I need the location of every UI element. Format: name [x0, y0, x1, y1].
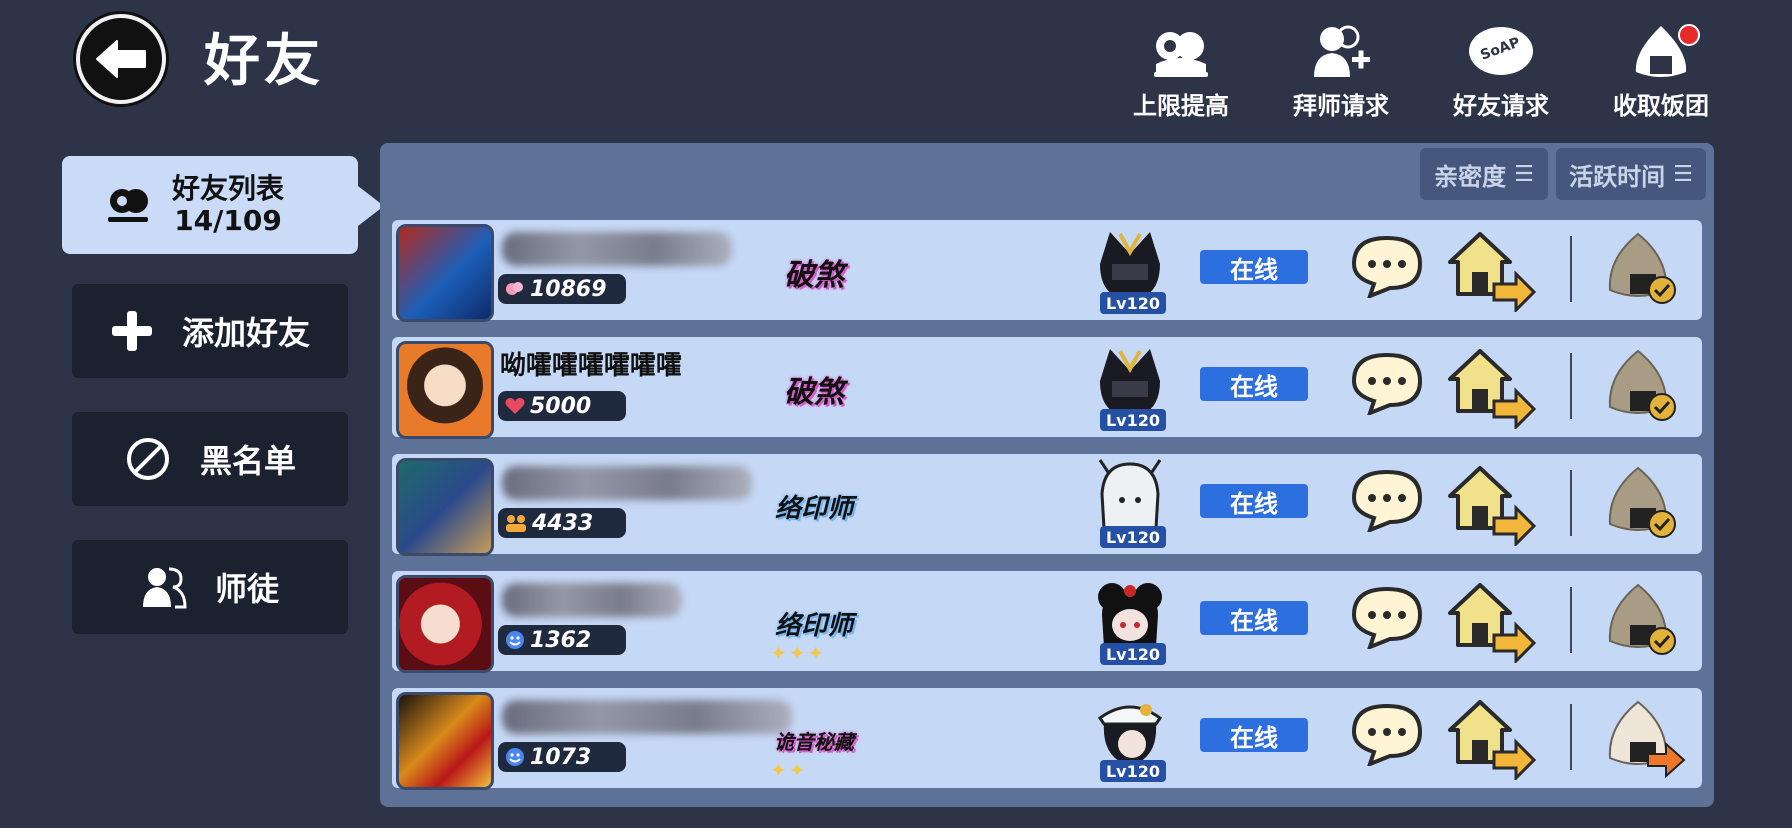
title-stars: ✦✦✦: [770, 641, 827, 665]
collect-riceball-button[interactable]: 收取饭团: [1596, 22, 1726, 122]
online-status: 在线: [1200, 601, 1308, 635]
sort-intimacy-label: 亲密度: [1434, 162, 1507, 191]
friend-row[interactable]: 4433 络印师 Lv120 在线: [392, 454, 1702, 556]
title-stars: ✦✦: [770, 758, 808, 782]
chat-icon[interactable]: [1350, 234, 1424, 298]
level-badge: Lv120: [1100, 760, 1166, 782]
smile-icon: [506, 631, 524, 649]
intimacy-score: 5000: [498, 391, 626, 421]
visit-home-icon[interactable]: [1442, 345, 1538, 429]
blacklist-label: 黑名单: [199, 442, 296, 480]
collect-riceball-label: 收取饭团: [1613, 92, 1709, 120]
friend-row[interactable]: 10869 破煞 Lv120 在线: [392, 220, 1702, 322]
arrow-left-icon: [96, 40, 146, 78]
raise-limit-label: 上限提高: [1133, 92, 1229, 120]
player-title: 破煞: [784, 258, 844, 293]
name-obscured: [502, 232, 732, 266]
friend-request-button[interactable]: SoAP 好友请求: [1436, 22, 1566, 122]
tab-friend-list-label: 好友列表: [172, 172, 285, 205]
avatar[interactable]: [396, 458, 494, 556]
friend-request-icon: SoAP: [1466, 22, 1536, 80]
divider: [1570, 587, 1572, 653]
petal-icon: [506, 282, 523, 295]
riceball-collected-icon[interactable]: [1598, 462, 1688, 546]
friend-row[interactable]: 呦嚯嚯嚯嚯嚯嚯 5000 破煞 Lv120 在线: [392, 337, 1702, 439]
blacklist-button[interactable]: 黑名单: [72, 412, 348, 506]
level-badge: Lv120: [1100, 292, 1166, 314]
friend-request-label: 好友请求: [1453, 92, 1549, 120]
plus-icon: [111, 311, 152, 351]
chat-icon[interactable]: [1350, 351, 1424, 415]
add-friend-button[interactable]: 添加好友: [72, 284, 348, 378]
intimacy-score: 10869: [498, 274, 626, 304]
heart-icon: [505, 398, 525, 414]
mentor-request-icon: [1306, 22, 1376, 80]
player-title: 破煞: [784, 375, 844, 410]
friend-row[interactable]: 1362 络印师 ✦✦✦ Lv120 在线: [392, 571, 1702, 673]
riceball-collected-icon[interactable]: [1598, 579, 1688, 663]
intimacy-score: 1073: [498, 742, 626, 772]
notification-badge: [1678, 24, 1700, 46]
name-obscured: [502, 466, 752, 500]
tab-friend-list[interactable]: 好友列表 14/109: [62, 156, 384, 254]
visit-home-icon[interactable]: [1442, 696, 1538, 780]
avatar[interactable]: [396, 224, 494, 322]
block-icon: [126, 438, 169, 480]
level-badge: Lv120: [1100, 526, 1166, 548]
mentor-icon: [142, 567, 187, 609]
avatar[interactable]: [396, 575, 494, 673]
page-title: 好友: [204, 29, 324, 94]
avatar[interactable]: [396, 692, 494, 790]
chat-icon[interactable]: [1350, 702, 1424, 766]
divider: [1570, 704, 1572, 770]
level-badge: Lv120: [1100, 409, 1166, 431]
level-badge: Lv120: [1100, 643, 1166, 665]
friends-icon: [108, 189, 148, 222]
online-status: 在线: [1200, 367, 1308, 401]
divider: [1570, 470, 1572, 536]
group-icon: [506, 515, 526, 532]
mentor-request-label: 拜师请求: [1293, 92, 1389, 120]
menu-icon: ☰: [1673, 161, 1693, 187]
visit-home-icon[interactable]: [1442, 579, 1538, 663]
friend-name: 呦嚯嚯嚯嚯嚯嚯: [500, 351, 683, 381]
friend-row[interactable]: 1073 诡音秘藏 ✦✦ Lv120 在线: [392, 688, 1702, 790]
avatar[interactable]: [396, 341, 494, 439]
divider: [1570, 236, 1572, 302]
mentor-label: 师徒: [214, 570, 279, 608]
smile-icon: [506, 748, 524, 766]
sort-intimacy-button[interactable]: 亲密度 ☰: [1420, 148, 1548, 200]
mentor-button[interactable]: 师徒: [72, 540, 348, 634]
riceball-collected-icon[interactable]: [1598, 228, 1688, 312]
online-status: 在线: [1200, 718, 1308, 752]
player-title: 络印师: [774, 493, 853, 524]
sort-activity-label: 活跃时间: [1569, 162, 1666, 191]
friend-count: 14/109: [174, 204, 282, 237]
divider: [1570, 353, 1572, 419]
send-riceball-icon[interactable]: [1598, 696, 1688, 780]
sort-activity-button[interactable]: 活跃时间 ☰: [1556, 148, 1706, 200]
name-obscured: [502, 583, 682, 617]
chat-icon[interactable]: [1350, 585, 1424, 649]
raise-limit-icon: [1146, 22, 1216, 80]
name-obscured: [502, 700, 792, 734]
back-button[interactable]: [76, 14, 166, 104]
chat-icon[interactable]: [1350, 468, 1424, 532]
intimacy-score: 4433: [498, 508, 626, 538]
mentor-request-button[interactable]: 拜师请求: [1276, 22, 1406, 122]
raise-limit-button[interactable]: 上限提高: [1116, 22, 1246, 122]
online-status: 在线: [1200, 484, 1308, 518]
visit-home-icon[interactable]: [1442, 462, 1538, 546]
visit-home-icon[interactable]: [1442, 228, 1538, 312]
add-friend-label: 添加好友: [181, 314, 310, 352]
online-status: 在线: [1200, 250, 1308, 284]
intimacy-score: 1362: [498, 625, 626, 655]
riceball-collected-icon[interactable]: [1598, 345, 1688, 429]
menu-icon: ☰: [1514, 161, 1534, 187]
